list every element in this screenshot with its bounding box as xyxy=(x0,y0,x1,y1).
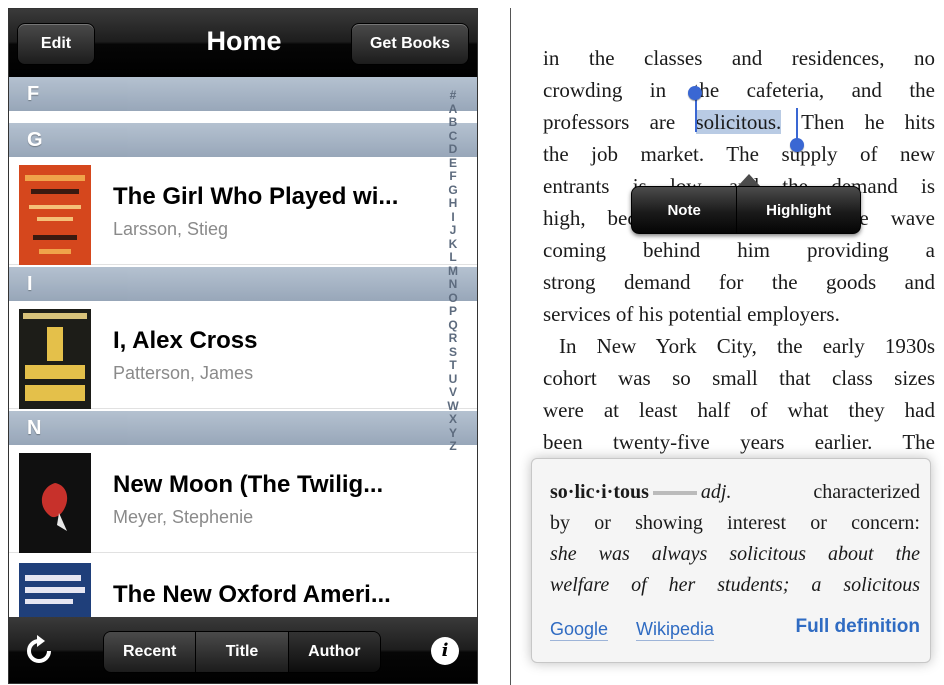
dictionary-panel: so·lic·i·tous adj. characterized by or sh… xyxy=(531,458,931,663)
index-letter[interactable]: M xyxy=(443,264,463,279)
index-letter[interactable]: K xyxy=(443,237,463,252)
index-letter[interactable]: L xyxy=(443,250,463,265)
book-title: New Moon (The Twilig... xyxy=(113,471,384,498)
index-letter[interactable]: R xyxy=(443,331,463,346)
text-line: crowding in the cafeteria, and the xyxy=(543,78,935,102)
book-row[interactable]: The Girl Who Played wi... Larsson, Stieg xyxy=(9,157,477,265)
index-letter[interactable]: J xyxy=(443,223,463,238)
index-letter[interactable]: S xyxy=(443,345,463,360)
full-definition-link[interactable]: Full definition xyxy=(795,616,920,638)
section-header-g: G xyxy=(9,123,477,157)
index-letter[interactable]: X xyxy=(443,412,463,427)
edit-button[interactable]: Edit xyxy=(17,23,95,65)
book-cover xyxy=(19,165,91,265)
index-letter[interactable]: G xyxy=(443,183,463,198)
book-title: The New Oxford Ameri... xyxy=(113,581,391,608)
index-letter[interactable]: U xyxy=(443,372,463,387)
text-line: been twenty-five years earlier. The xyxy=(543,430,935,454)
book-author: Larsson, Stieg xyxy=(113,219,229,239)
google-link[interactable]: Google xyxy=(550,619,609,641)
text-line: the job market. The supply of new xyxy=(543,142,935,166)
selection-start-handle[interactable] xyxy=(688,86,702,100)
navigation-bar: Edit Home Get Books xyxy=(9,9,477,77)
book-row[interactable]: New Moon (The Twilig... Meyer, Stephenie xyxy=(9,445,477,553)
book-row[interactable]: The New Oxford Ameri... xyxy=(9,555,477,617)
book-cover xyxy=(19,309,91,409)
selection-popup: Note Highlight xyxy=(631,186,861,234)
library-screen: Edit Home Get Books F G The Girl Who Pla… xyxy=(8,8,478,684)
info-icon[interactable]: i xyxy=(431,637,459,665)
text-line: strong demand for the goods and xyxy=(543,270,935,294)
selection-end-handle[interactable] xyxy=(790,138,804,152)
book-author: Patterson, James xyxy=(113,363,254,383)
index-letter[interactable]: D xyxy=(443,142,463,157)
sort-author-button[interactable]: Author xyxy=(288,632,380,672)
index-letter[interactable]: Q xyxy=(443,318,463,333)
selected-word[interactable]: solicitous. xyxy=(695,110,782,134)
bottom-toolbar: Recent Title Author i xyxy=(9,617,477,683)
text-line: coming behind him providing a xyxy=(543,238,935,262)
index-letter[interactable]: O xyxy=(443,291,463,306)
index-letter[interactable]: N xyxy=(443,277,463,292)
get-books-button[interactable]: Get Books xyxy=(351,23,469,65)
index-letter[interactable]: E xyxy=(443,156,463,171)
index-letter[interactable]: F xyxy=(443,169,463,184)
index-letter[interactable]: A xyxy=(443,102,463,117)
text-line: In New York City, the early 1930s xyxy=(559,334,935,358)
index-letter[interactable]: V xyxy=(443,385,463,400)
part-of-speech: adj. xyxy=(700,481,732,503)
dictionary-links: Google Wikipedia Full definition xyxy=(550,616,920,649)
text-fragment: Then he hits xyxy=(781,110,936,134)
section-header-i: I xyxy=(9,267,477,301)
definition-start: characterized xyxy=(731,481,920,503)
book-title: The Girl Who Played wi... xyxy=(113,183,399,210)
sort-title-button[interactable]: Title xyxy=(196,632,289,672)
index-letter[interactable]: Y xyxy=(443,426,463,441)
book-cover xyxy=(19,563,91,617)
pronunciation-mark xyxy=(652,491,697,496)
section-header-f: F xyxy=(9,77,477,111)
selection-end-caret xyxy=(796,108,798,142)
section-index[interactable]: # A B C D E F G H I J K L M N O P Q R S T U V W X Y Z xyxy=(443,88,463,609)
index-letter[interactable]: C xyxy=(443,129,463,144)
text-line-selected: professors are solicitous. Then he hits xyxy=(543,106,935,138)
refresh-icon[interactable] xyxy=(23,635,55,667)
sort-recent-button[interactable]: Recent xyxy=(104,632,197,672)
section-header-n: N xyxy=(9,411,477,445)
definition-line: so·lic·i·tous adj. characterized xyxy=(550,477,920,508)
book-list[interactable]: F G The Girl Who Played wi... Larsson, S… xyxy=(9,77,477,617)
index-letter[interactable]: Z xyxy=(443,439,463,454)
index-letter[interactable]: H xyxy=(443,196,463,211)
reader-screen: in the classes and residences, no crowdi… xyxy=(510,8,944,685)
index-letter[interactable]: I xyxy=(443,210,463,225)
definition-text: so·lic·i·tous adj. characterized by or sh… xyxy=(550,477,920,601)
book-title: I, Alex Cross xyxy=(113,327,258,354)
text-line: cohort was so small that class sizes xyxy=(543,366,935,390)
text-line: services of his potential employers. xyxy=(543,302,840,326)
highlight-button[interactable]: Highlight xyxy=(737,187,860,233)
wikipedia-link[interactable]: Wikipedia xyxy=(636,619,715,641)
index-letter[interactable]: T xyxy=(443,358,463,373)
selection-start-caret xyxy=(695,98,697,132)
index-letter[interactable]: W xyxy=(443,399,463,414)
index-letter[interactable]: P xyxy=(443,304,463,319)
page-title: Home xyxy=(206,26,282,56)
index-letter[interactable]: # xyxy=(443,88,463,103)
sort-segmented-control: Recent Title Author xyxy=(103,631,381,673)
index-letter[interactable]: B xyxy=(443,115,463,130)
text-line: in the classes and residences, no xyxy=(543,46,935,70)
book-text[interactable]: in the classes and residences, no crowdi… xyxy=(543,42,935,458)
text-line: were at least half of what they had xyxy=(543,398,935,422)
text-fragment: professors are xyxy=(543,110,696,134)
example-line: she was always solicitous about the xyxy=(550,543,920,565)
note-button[interactable]: Note xyxy=(632,187,738,233)
book-cover xyxy=(19,453,91,553)
headword: so·lic·i·tous xyxy=(550,481,649,503)
book-author: Meyer, Stephenie xyxy=(113,507,254,527)
definition-line: by or showing interest or concern: xyxy=(550,512,920,534)
example-line: welfare of her students; a solicitous xyxy=(550,574,920,596)
book-row[interactable]: I, Alex Cross Patterson, James xyxy=(9,301,477,409)
